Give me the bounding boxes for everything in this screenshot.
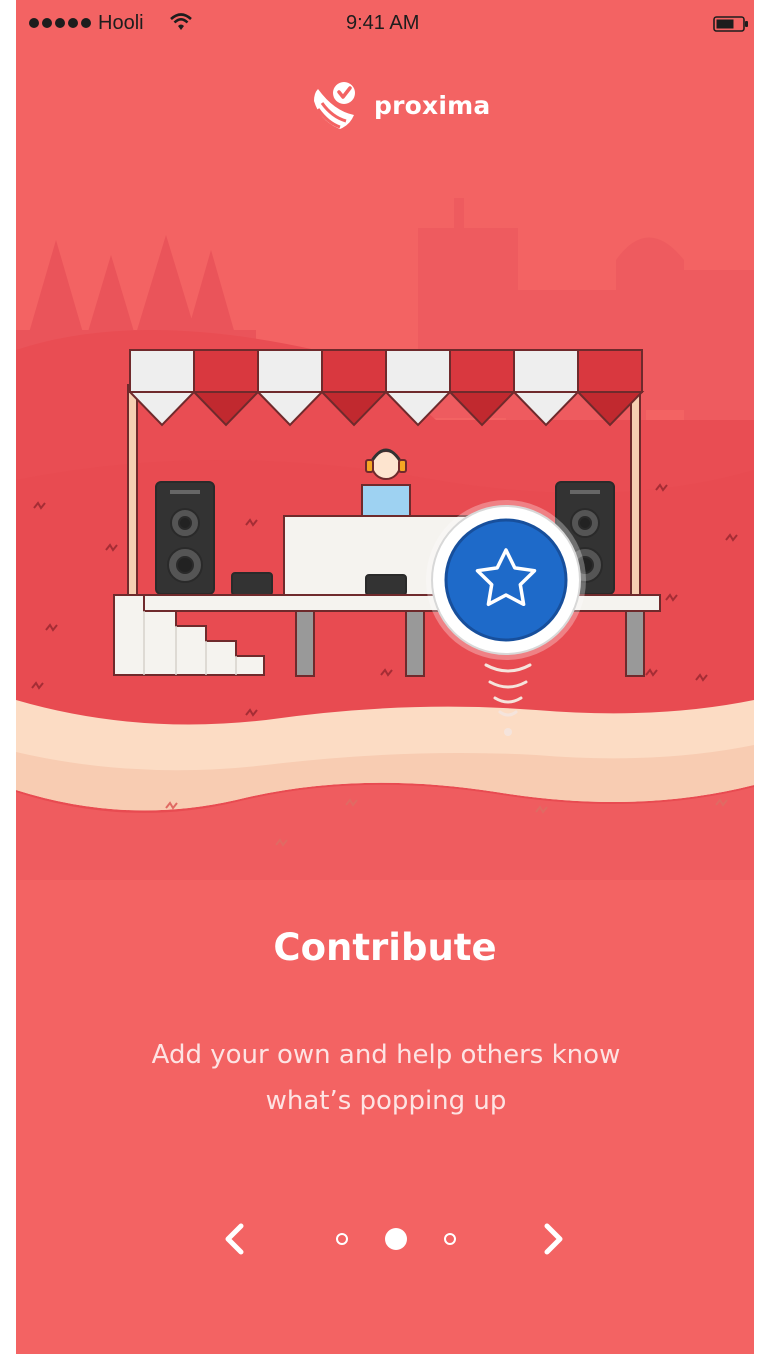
dj-figure (361, 448, 411, 519)
signal-strength-icon (29, 18, 91, 28)
wifi-icon (170, 13, 192, 30)
status-bar: Hooli 9:41 AM (16, 0, 754, 50)
onboarding-description: Add your own and help others know what’s… (106, 1032, 666, 1124)
description-line-1: Add your own and help others know (151, 1040, 621, 1070)
chevron-left-icon (225, 1223, 244, 1255)
page-dot-2-active[interactable] (385, 1228, 407, 1250)
proxima-logo-icon (314, 82, 355, 129)
clock-time: 9:41 AM (346, 12, 420, 34)
page-indicator (336, 1226, 456, 1252)
festival-stage-illustration (16, 198, 754, 880)
speaker-left (155, 481, 215, 595)
app-logo: proxima (306, 76, 490, 134)
onboarding-screen: Hooli 9:41 AM proxima Contribute Add you… (16, 0, 754, 1354)
page-dot-1[interactable] (336, 1233, 348, 1245)
battery-icon (713, 16, 748, 32)
app-name: proxima (374, 90, 491, 120)
carrier-name: Hooli (98, 12, 144, 34)
page-dot-3[interactable] (444, 1233, 456, 1245)
onboarding-title: Contribute (273, 926, 497, 969)
previous-button[interactable] (209, 1214, 259, 1264)
chevron-right-icon (544, 1223, 563, 1255)
description-line-2: what’s popping up (265, 1086, 507, 1116)
next-button[interactable] (529, 1214, 579, 1264)
